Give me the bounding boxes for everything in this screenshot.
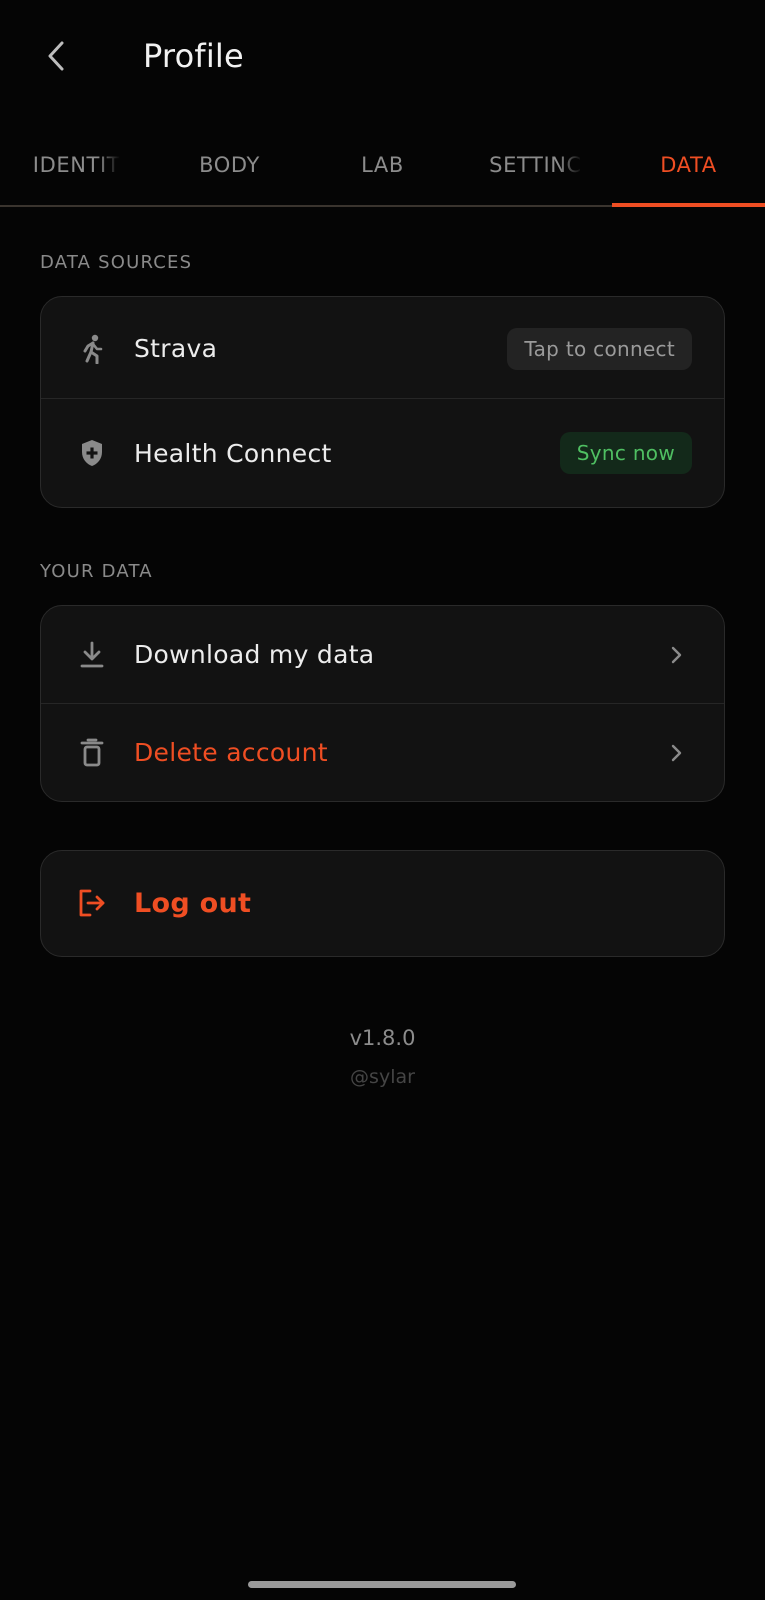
home-indicator[interactable] (248, 1581, 516, 1588)
data-source-label: Strava (134, 334, 218, 363)
shield-plus-icon (77, 438, 107, 468)
divider (41, 398, 724, 399)
logout-icon (77, 888, 107, 918)
section-label-data-sources: DATA SOURCES (40, 252, 193, 273)
data-sources-card: Strava Tap to connect Health Connect Syn… (40, 296, 725, 508)
delete-account-row[interactable]: Delete account (41, 704, 724, 801)
chevron-right-icon (668, 646, 684, 663)
sync-now-button[interactable]: Sync now (559, 432, 692, 474)
app-header: Profile (0, 0, 765, 115)
tab-settings[interactable]: SETTINC (459, 125, 612, 205)
running-person-icon (77, 334, 107, 364)
tab-identity[interactable]: IDENTIT (0, 125, 153, 205)
back-button[interactable] (34, 34, 78, 78)
trash-icon (77, 738, 107, 768)
tab-body[interactable]: BODY (153, 125, 306, 205)
page-title: Profile (143, 37, 244, 75)
tab-lab[interactable]: LAB (306, 125, 459, 205)
tab-label: SETTINC (489, 153, 582, 177)
download-data-row[interactable]: Download my data (41, 606, 724, 703)
tab-data[interactable]: DATA (612, 125, 765, 205)
user-handle: @sylar (350, 1066, 415, 1088)
delete-account-label: Delete account (134, 738, 328, 767)
tab-label: BODY (199, 153, 260, 177)
data-source-row-health-connect[interactable]: Health Connect Sync now (41, 400, 724, 506)
your-data-card: Download my data Delete account (40, 605, 725, 802)
active-tab-indicator (612, 203, 765, 207)
logout-card: Log out (40, 850, 725, 957)
download-icon (77, 640, 107, 670)
tab-label: LAB (361, 153, 404, 177)
tab-label: DATA (660, 153, 717, 177)
chevron-right-icon (668, 744, 684, 761)
chevron-left-icon (48, 41, 64, 71)
connect-strava-button[interactable]: Tap to connect (507, 327, 692, 370)
tab-label: IDENTIT (32, 153, 121, 177)
profile-tabs: IDENTIT BODY LAB SETTINC DATA (0, 125, 765, 207)
logout-button[interactable]: Log out (41, 851, 724, 955)
data-source-row-strava[interactable]: Strava Tap to connect (41, 297, 724, 400)
data-source-label: Health Connect (134, 438, 332, 468)
download-data-label: Download my data (134, 640, 375, 669)
app-version: v1.8.0 (349, 1026, 416, 1050)
logout-label: Log out (134, 887, 252, 919)
section-label-your-data: YOUR DATA (40, 561, 153, 582)
